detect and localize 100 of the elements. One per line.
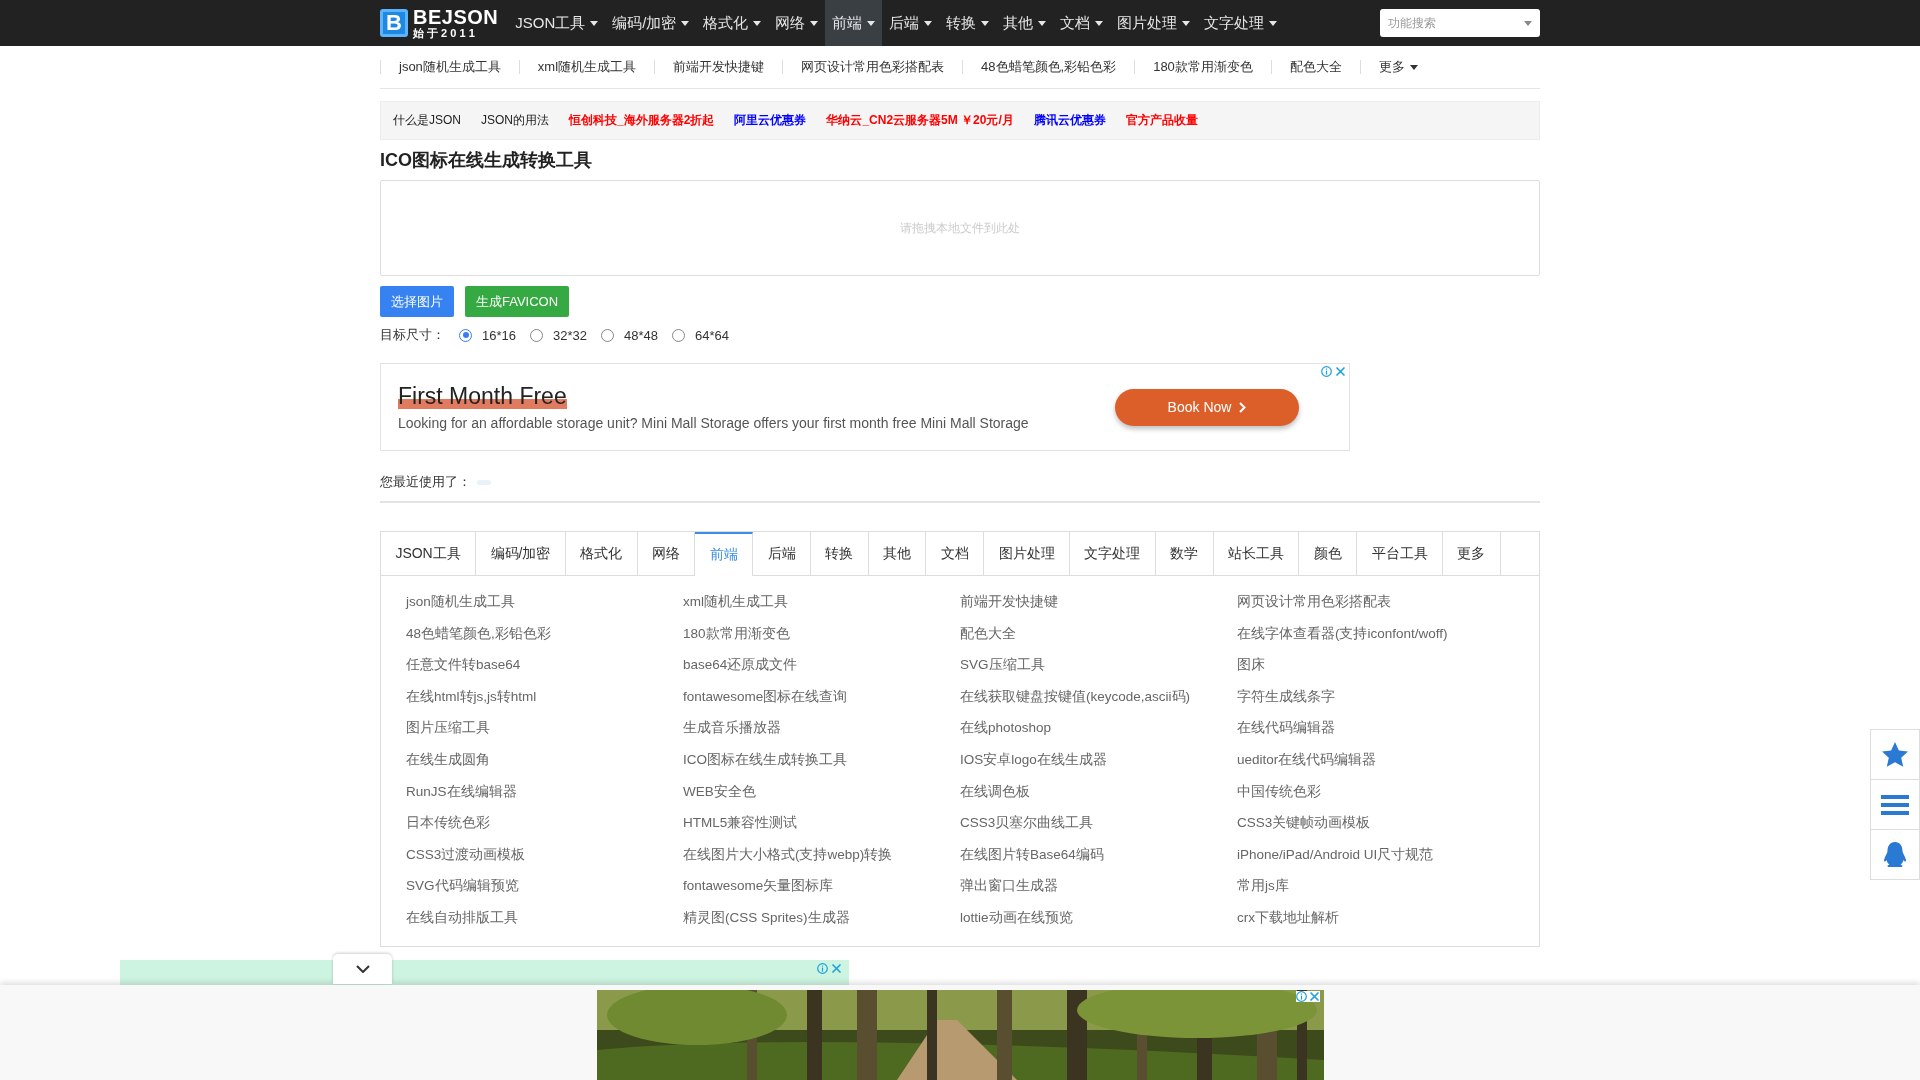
nav-menu-item[interactable]: 网络 [768,0,826,46]
tool-link[interactable]: 在线字体查看器(支持iconfont/woff) [1237,617,1448,650]
tool-link[interactable]: WEB安全色 [683,775,756,808]
tool-link[interactable]: SVG代码编辑预览 [406,870,519,902]
radio-button[interactable] [600,328,614,342]
tool-link[interactable]: 精灵图(CSS Sprites)生成器 [683,901,850,934]
promo-link[interactable]: JSON的用法 [481,112,550,129]
radio-button[interactable] [459,328,472,342]
tool-link[interactable]: json随机生成工具 [406,586,515,618]
nav-menu-item[interactable]: 前端 [825,0,883,46]
star-icon[interactable] [1881,741,1909,768]
sub-nav-link[interactable]: json随机生成工具 [380,60,519,74]
category-tab[interactable]: 更多 [1442,532,1501,575]
nav-menu-item[interactable]: 其他 [996,0,1054,46]
tool-link[interactable]: SVG压缩工具 [960,649,1045,681]
tool-link[interactable]: RunJS在线编辑器 [406,775,517,808]
category-tab[interactable]: 前端 [695,532,754,576]
tool-link[interactable]: 配色大全 [960,617,1016,650]
tool-link[interactable]: 任意文件转base64 [406,649,521,681]
category-tab[interactable]: 格式化 [565,532,638,575]
tool-link[interactable]: 日本传统色彩 [406,807,490,839]
tool-link[interactable]: CSS3贝塞尔曲线工具 [960,807,1094,839]
category-tab[interactable]: 后端 [753,532,811,575]
tool-link[interactable]: lottie动画在线预览 [960,901,1073,934]
close-icon[interactable] [1335,366,1346,377]
sub-nav-link[interactable]: 配色大全 [1270,60,1360,74]
sub-nav-link[interactable]: 180款常用渐变色 [1134,60,1271,74]
choose-image-button[interactable]: 选择图片 [380,286,454,317]
tool-link[interactable]: crx下载地址解析 [1237,901,1339,934]
promo-link[interactable]: 腾讯云优惠券 [1033,112,1106,129]
promo-link[interactable]: 官方产品收量 [1125,112,1198,129]
radio-button[interactable] [530,328,543,342]
tool-link[interactable]: 常用js库 [1237,870,1289,902]
radio-button[interactable] [671,328,685,342]
sub-nav-link[interactable]: 网页设计常用色彩搭配表 [782,60,963,74]
nav-menu-item[interactable]: 编码/加密 [605,0,697,46]
tool-link[interactable]: 图床 [1237,649,1265,681]
tool-link[interactable]: 弹出窗口生成器 [960,870,1058,902]
tool-link[interactable]: 在线图片大小格式(支持webp)转换 [683,838,893,871]
category-tab[interactable]: JSON工具 [381,532,477,575]
tool-link[interactable]: 中国传统色彩 [1237,775,1321,808]
tool-link[interactable]: 180款常用渐变色 [683,617,790,650]
tool-link[interactable]: HTML5兼容性测试 [683,807,798,839]
tool-link[interactable]: CSS3过渡动画模板 [406,838,526,871]
tool-link[interactable]: 网页设计常用色彩搭配表 [1237,586,1391,618]
promo-link[interactable]: 阿里云优惠券 [734,112,807,129]
tool-link[interactable]: ueditor在线代码编辑器 [1237,743,1377,776]
category-tab[interactable]: 文字处理 [1070,532,1156,575]
promo-link[interactable]: 什么是JSON [393,112,461,129]
nav-menu-item[interactable]: 格式化 [696,0,769,46]
category-tab[interactable]: 图片处理 [984,532,1071,575]
info-icon[interactable] [1321,366,1332,377]
tool-link[interactable]: iPhone/iPad/Android UI尺寸规范 [1237,838,1434,871]
nav-menu-item[interactable]: 后端 [882,0,940,46]
nav-menu-item[interactable]: JSON工具 [508,0,606,46]
tool-link[interactable]: base64还原成文件 [683,649,798,681]
tool-link[interactable]: 48色蜡笔颜色,彩铅色彩 [406,617,551,650]
tool-link[interactable]: IOS安卓logo在线生成器 [960,743,1107,776]
nav-menu-item[interactable]: 文字处理 [1197,0,1285,46]
tool-link[interactable]: 生成音乐播放器 [683,712,781,744]
tool-link[interactable]: 在线生成圆角 [406,743,490,776]
tool-link[interactable]: 图片压缩工具 [406,712,490,744]
category-tab[interactable]: 编码/加密 [476,532,566,575]
nav-menu-item[interactable]: 文档 [1053,0,1111,46]
nav-menu-item[interactable]: 图片处理 [1110,0,1198,46]
category-tab[interactable]: 颜色 [1299,532,1358,575]
tool-link[interactable]: 字符生成线条字 [1237,680,1335,713]
tool-link[interactable]: 在线代码编辑器 [1237,712,1335,744]
tool-link[interactable]: fontawesome图标在线查询 [683,680,848,713]
category-tab[interactable]: 其他 [868,532,927,575]
sub-nav-link[interactable]: 48色蜡笔颜色,彩铅色彩 [962,60,1135,74]
nav-menu-item[interactable]: 转换 [939,0,997,46]
tool-link[interactable]: 在线自动排版工具 [406,901,518,934]
sub-nav-link[interactable]: xml随机生成工具 [518,60,655,74]
info-icon[interactable] [1295,991,1307,1002]
collapse-tab[interactable] [333,954,392,984]
category-tab[interactable]: 文档 [926,532,985,575]
search-field[interactable]: 功能搜索 [1380,9,1540,37]
tool-link[interactable]: fontawesome矢量图标库 [683,870,834,902]
book-now-button[interactable]: Book Now [1115,388,1299,426]
penguin-icon[interactable] [1882,840,1908,869]
more-menu[interactable]: 更多 [1359,60,1436,74]
tool-link[interactable]: 在线调色板 [960,775,1030,808]
tool-link[interactable]: 在线图片转Base64编码 [960,838,1104,871]
menu-icon[interactable] [1881,793,1909,816]
tool-link[interactable]: CSS3关键帧动画模板 [1237,807,1371,839]
tool-link[interactable]: ICO图标在线生成转换工具 [683,743,847,776]
category-tab[interactable]: 数学 [1155,532,1214,575]
tool-link[interactable]: 在线获取键盘按键值(keycode,ascii码) [960,680,1191,713]
tool-link[interactable]: 前端开发快捷键 [960,586,1058,618]
category-tab[interactable]: 站长工具 [1213,532,1300,575]
promo-link[interactable]: 恒创科技_海外服务器2折起 [569,112,715,129]
info-icon[interactable] [817,963,828,974]
tool-link[interactable]: 在线html转js,js转html [406,680,537,713]
promo-link[interactable]: 华纳云_CN2云服务器5M ￥20元/月 [826,112,1014,129]
tool-link[interactable]: 在线photoshop [960,712,1052,744]
category-tab[interactable]: 转换 [810,532,869,575]
sub-nav-link[interactable]: 前端开发快捷键 [654,60,783,74]
close-icon[interactable] [831,963,842,974]
close-icon[interactable] [1308,991,1320,1002]
